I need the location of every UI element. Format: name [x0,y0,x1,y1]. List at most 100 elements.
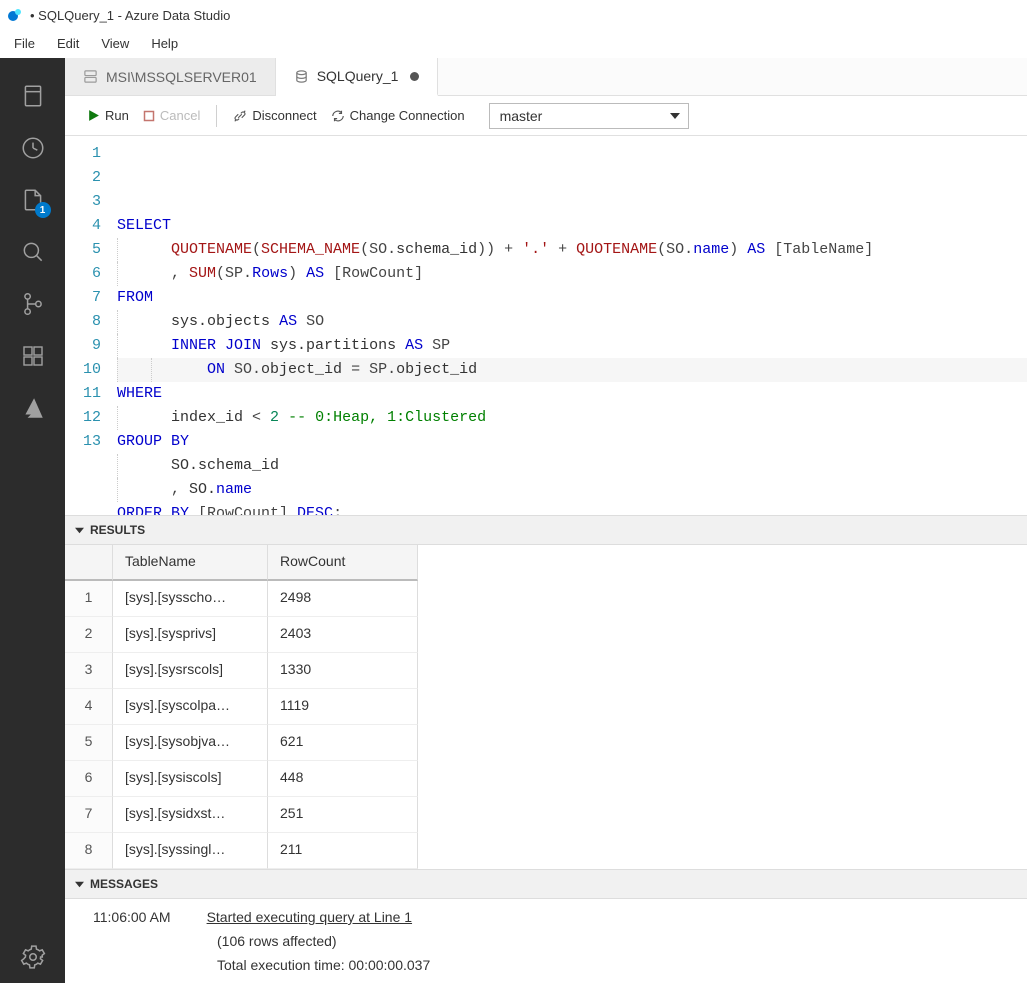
chevron-down-icon [670,111,680,121]
explorer-icon[interactable]: 1 [13,174,53,226]
grid-cell[interactable]: 621 [268,725,418,761]
code-line[interactable]: FROM [117,286,1027,310]
grid-cell[interactable]: 251 [268,797,418,833]
stop-icon [143,110,155,122]
source-control-icon[interactable] [13,278,53,330]
workspace: MSI\MSSQLSERVER01 SQLQuery_1 Run [65,58,1027,983]
code-line[interactable]: , SUM(SP.Rows) AS [RowCount] [117,262,1027,286]
grid-cell[interactable]: [sys].[syscolpa… [113,689,268,725]
change-connection-button[interactable]: Change Connection [327,105,469,126]
line-number: 12 [65,406,101,430]
menu-help[interactable]: Help [141,32,188,55]
editor-tabs: MSI\MSSQLSERVER01 SQLQuery_1 [65,58,1027,96]
grid-cell[interactable]: 211 [268,833,418,869]
window-title: • SQLQuery_1 - Azure Data Studio [30,8,230,23]
column-header[interactable]: TableName [113,545,268,581]
change-connection-icon [331,109,345,123]
disconnect-icon [233,109,247,123]
search-icon[interactable] [13,226,53,278]
row-number[interactable]: 7 [65,797,113,833]
code-line[interactable]: SELECT [117,214,1027,238]
grid-cell[interactable]: [sys].[sysidxst… [113,797,268,833]
menu-edit[interactable]: Edit [47,32,89,55]
disconnect-label: Disconnect [252,108,316,123]
line-number: 9 [65,334,101,358]
column-header[interactable]: RowCount [268,545,418,581]
line-number: 3 [65,190,101,214]
results-header[interactable]: RESULTS [65,515,1027,545]
row-number[interactable]: 6 [65,761,113,797]
row-number[interactable]: 1 [65,581,113,617]
code-editor[interactable]: 12345678910111213 SELECT QUOTENAME(SCHEM… [65,136,1027,515]
grid-cell[interactable]: 1330 [268,653,418,689]
grid-cell[interactable]: 448 [268,761,418,797]
line-number: 11 [65,382,101,406]
grid-cell[interactable]: [sys].[sysobjva… [113,725,268,761]
main-area: 1 MSI\MSSQLSERVER01 [0,58,1027,983]
code-line[interactable]: sys.objects AS SO [117,310,1027,334]
collapse-icon [75,526,84,535]
grid-cell[interactable]: 1119 [268,689,418,725]
message-link[interactable]: Started executing query at Line 1 [207,909,412,925]
settings-gear-icon[interactable] [13,931,53,983]
tab-connection[interactable]: MSI\MSSQLSERVER01 [65,58,276,95]
database-dropdown[interactable]: master [489,103,689,129]
grid-cell[interactable]: [sys].[sysprivs] [113,617,268,653]
menubar: File Edit View Help [0,30,1027,58]
toolbar-divider [216,105,217,127]
clock-icon[interactable] [13,122,53,174]
code-line[interactable]: GROUP BY [117,430,1027,454]
line-number: 6 [65,262,101,286]
database-selected: master [500,108,543,124]
code-line[interactable]: ON SO.object_id = SP.object_id [117,358,1027,382]
code-line[interactable]: SO.schema_id [117,454,1027,478]
menu-view[interactable]: View [91,32,139,55]
grid-cell[interactable]: [sys].[syssingl… [113,833,268,869]
code-line[interactable]: WHERE [117,382,1027,406]
line-number: 2 [65,166,101,190]
query-toolbar: Run Cancel Disconnect Change Connection [65,96,1027,136]
code-line[interactable]: index_id < 2 -- 0:Heap, 1:Clustered [117,406,1027,430]
line-number: 8 [65,310,101,334]
extensions-icon[interactable] [13,330,53,382]
disconnect-button[interactable]: Disconnect [229,105,320,126]
azure-icon[interactable] [13,382,53,434]
row-number[interactable]: 5 [65,725,113,761]
results-grid[interactable]: TableNameRowCount1[sys].[sysscho…24982[s… [65,545,1027,869]
line-number: 10 [65,358,101,382]
database-icon [294,69,309,84]
code-line[interactable]: INNER JOIN sys.partitions AS SP [117,334,1027,358]
connections-icon[interactable] [13,70,53,122]
line-number: 1 [65,142,101,166]
collapse-icon [75,880,84,889]
tab-sqlquery[interactable]: SQLQuery_1 [276,58,439,96]
cancel-label: Cancel [160,108,200,123]
line-number: 7 [65,286,101,310]
tab-label: SQLQuery_1 [317,68,399,84]
line-number: 4 [65,214,101,238]
code-content[interactable]: SELECT QUOTENAME(SCHEMA_NAME(SO.schema_i… [117,142,1027,515]
grid-cell[interactable]: [sys].[sysrscols] [113,653,268,689]
run-button[interactable]: Run [83,105,133,126]
code-line[interactable]: ORDER BY [RowCount] DESC; [117,502,1027,515]
grid-cell[interactable]: [sys].[sysscho… [113,581,268,617]
grid-cell[interactable]: 2498 [268,581,418,617]
row-number[interactable]: 8 [65,833,113,869]
grid-cell[interactable]: 2403 [268,617,418,653]
app-icon [6,6,24,24]
grid-cell[interactable]: [sys].[sysiscols] [113,761,268,797]
tab-label: MSI\MSSQLSERVER01 [106,69,257,85]
code-line[interactable]: , SO.name [117,478,1027,502]
grid-corner [65,545,113,581]
code-line[interactable]: QUOTENAME(SCHEMA_NAME(SO.schema_id)) + '… [117,238,1027,262]
line-number: 13 [65,430,101,454]
activity-bar: 1 [0,58,65,983]
play-icon [87,109,100,122]
messages-header[interactable]: MESSAGES [65,869,1027,899]
results-title: RESULTS [90,523,145,537]
row-number[interactable]: 4 [65,689,113,725]
line-gutter: 12345678910111213 [65,142,117,515]
row-number[interactable]: 3 [65,653,113,689]
menu-file[interactable]: File [4,32,45,55]
row-number[interactable]: 2 [65,617,113,653]
